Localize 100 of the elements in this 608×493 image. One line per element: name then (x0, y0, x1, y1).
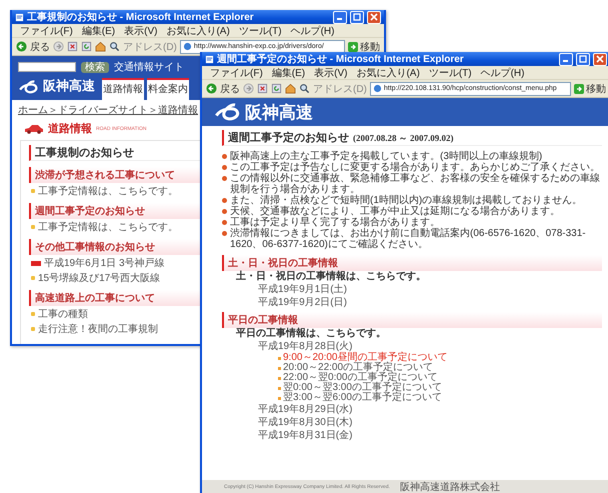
swirl-logo-icon (18, 79, 40, 95)
bullet-icon (31, 189, 35, 193)
breadcrumb[interactable]: ホーム＞ドライバーズサイト＞道路情報 (18, 103, 198, 117)
bullet-icon (31, 276, 35, 280)
refresh-icon[interactable] (271, 83, 282, 94)
day-link[interactable]: 平成19年8月29日(水) (258, 403, 352, 416)
section-heading: 土・日・祝日の工事情報 (222, 255, 602, 271)
stop-icon[interactable] (67, 41, 78, 52)
bullet-icon (31, 312, 35, 316)
refresh-icon[interactable] (81, 41, 92, 52)
bullet-icon (31, 225, 35, 229)
menu-item[interactable]: ヘルプ(H) (480, 66, 524, 80)
bullet-icon (31, 327, 35, 331)
notice-text: 工事は予定より早く完了する場合があります。 (230, 217, 440, 228)
forward-icon[interactable] (243, 83, 254, 94)
bullet-icon (278, 376, 281, 380)
maximize-icon (579, 55, 587, 63)
go-button[interactable]: 移動 (574, 82, 606, 96)
minimize-button[interactable] (333, 10, 347, 24)
news-link[interactable]: 平成19年6月1日 3号神戸線 (44, 256, 165, 270)
menu-item[interactable]: お気に入り(A) (356, 66, 420, 80)
page-icon (205, 54, 214, 64)
heading-title: 週間工事予定のお知らせ (228, 130, 349, 145)
menu-item[interactable]: ツール(T) (428, 66, 472, 80)
maximize-button[interactable] (350, 10, 364, 24)
back-icon[interactable] (16, 41, 27, 52)
home-icon[interactable] (285, 83, 296, 94)
day-link[interactable]: 平成19年8月31日(金) (258, 429, 352, 442)
address-label: アドレス(D) (313, 82, 367, 96)
schedule-link[interactable]: 翌0:00～翌3:00の工事予定について (283, 383, 442, 393)
bullet-icon (222, 231, 227, 236)
bullet-icon (278, 356, 281, 360)
schedule-link[interactable]: 翌3:00～翌6:00の工事予定について (283, 393, 442, 403)
section-lead: 平日の工事情報は、こちらです。 (235, 328, 387, 340)
close-button[interactable] (593, 52, 607, 66)
site-logo[interactable]: 阪神高速 (43, 77, 95, 95)
forward-icon[interactable] (53, 41, 64, 52)
header-link[interactable]: 交通情報サイト (114, 60, 184, 74)
close-button[interactable] (367, 10, 381, 24)
bullet-icon (278, 366, 281, 370)
news-link[interactable]: 工事予定情報は、こちらです。 (38, 220, 178, 234)
day-link[interactable]: 平成19年8月28日(火) (258, 340, 352, 353)
menu-item[interactable]: 編集(E) (272, 66, 306, 80)
search-icon[interactable] (109, 41, 120, 52)
schedule-link[interactable]: 20:00～22:00の工事予定について (283, 363, 434, 373)
menu-item[interactable]: ヘルプ(H) (290, 24, 334, 38)
notice-text: また、清掃・点検などで短時間(1時間以内)の車線規制は掲載しておりません。 (230, 195, 582, 206)
back-icon[interactable] (206, 83, 217, 94)
car-icon (24, 124, 44, 134)
news-link[interactable]: 走行注意！夜間の工事規制 (38, 322, 158, 336)
back-button[interactable]: 戻る (220, 82, 240, 96)
bullet-icon (222, 198, 227, 203)
bullet-icon (222, 209, 227, 214)
maximize-icon (353, 13, 361, 21)
arrow-icon (348, 42, 358, 52)
window-title: 週間工事予定のお知らせ - Microsoft Internet Explorer (217, 52, 464, 66)
news-link[interactable]: 工事予定情報は、こちらです。 (38, 184, 178, 198)
maximize-button[interactable] (576, 52, 590, 66)
menu-item[interactable]: 表示(V) (314, 66, 348, 80)
menu-item[interactable]: ファイル(F) (210, 66, 263, 80)
menu-item[interactable]: 編集(E) (82, 24, 116, 38)
search-field[interactable] (18, 62, 76, 72)
day-link[interactable]: 平成19年9月2日(日) (258, 296, 347, 309)
bullet-icon (222, 220, 227, 225)
window-title: 工事規制のお知らせ - Microsoft Internet Explorer (27, 10, 254, 24)
company-name: 阪神高速道路株式会社 (400, 480, 500, 493)
site-logo[interactable]: 阪神高速 (245, 100, 313, 124)
menu-item[interactable]: ツール(T) (238, 24, 282, 38)
section-lead: 土・日・祝日の工事情報は、こちらです。 (235, 271, 427, 283)
day-link[interactable]: 平成19年8月30日(木) (258, 416, 352, 429)
go-button[interactable]: 移動 (348, 40, 380, 54)
bullet-icon (222, 176, 227, 181)
search-icon[interactable] (299, 83, 310, 94)
page-icon (15, 12, 24, 22)
schedule-link[interactable]: 9:00～20:00昼間の工事予定について (283, 353, 448, 363)
bullet-icon (222, 165, 227, 170)
news-link[interactable]: 工事の種類 (38, 307, 88, 321)
heading-period: (2007.08.28 ～ 2007.09.02) (353, 132, 454, 145)
stop-icon[interactable] (257, 83, 268, 94)
close-icon (596, 55, 604, 63)
news-link[interactable]: 15号堺線及び17号西大阪線 (38, 271, 160, 285)
minimize-button[interactable] (559, 52, 573, 66)
menu-item[interactable]: ファイル(F) (20, 24, 73, 38)
back-button[interactable]: 戻る (30, 40, 50, 54)
swirl-logo-icon (214, 101, 242, 123)
arrow-icon (574, 84, 584, 94)
bullet-icon (278, 386, 281, 390)
schedule-link[interactable]: 22:00～翌0:00の工事予定について (283, 373, 438, 383)
address-label: アドレス(D) (123, 40, 177, 54)
bullet-icon (278, 396, 281, 400)
close-icon (370, 13, 378, 21)
menu-item[interactable]: 表示(V) (124, 24, 158, 38)
menu-item[interactable]: お気に入り(A) (166, 24, 230, 38)
section-title: 道路情報 (48, 122, 92, 136)
nav-tab[interactable]: 料金案内 (147, 78, 189, 100)
home-icon[interactable] (95, 41, 106, 52)
new-badge (31, 260, 41, 266)
bullet-icon (222, 154, 227, 159)
section-heading: 平日の工事情報 (222, 312, 602, 328)
nav-tab[interactable]: 道路情報 (102, 78, 144, 100)
